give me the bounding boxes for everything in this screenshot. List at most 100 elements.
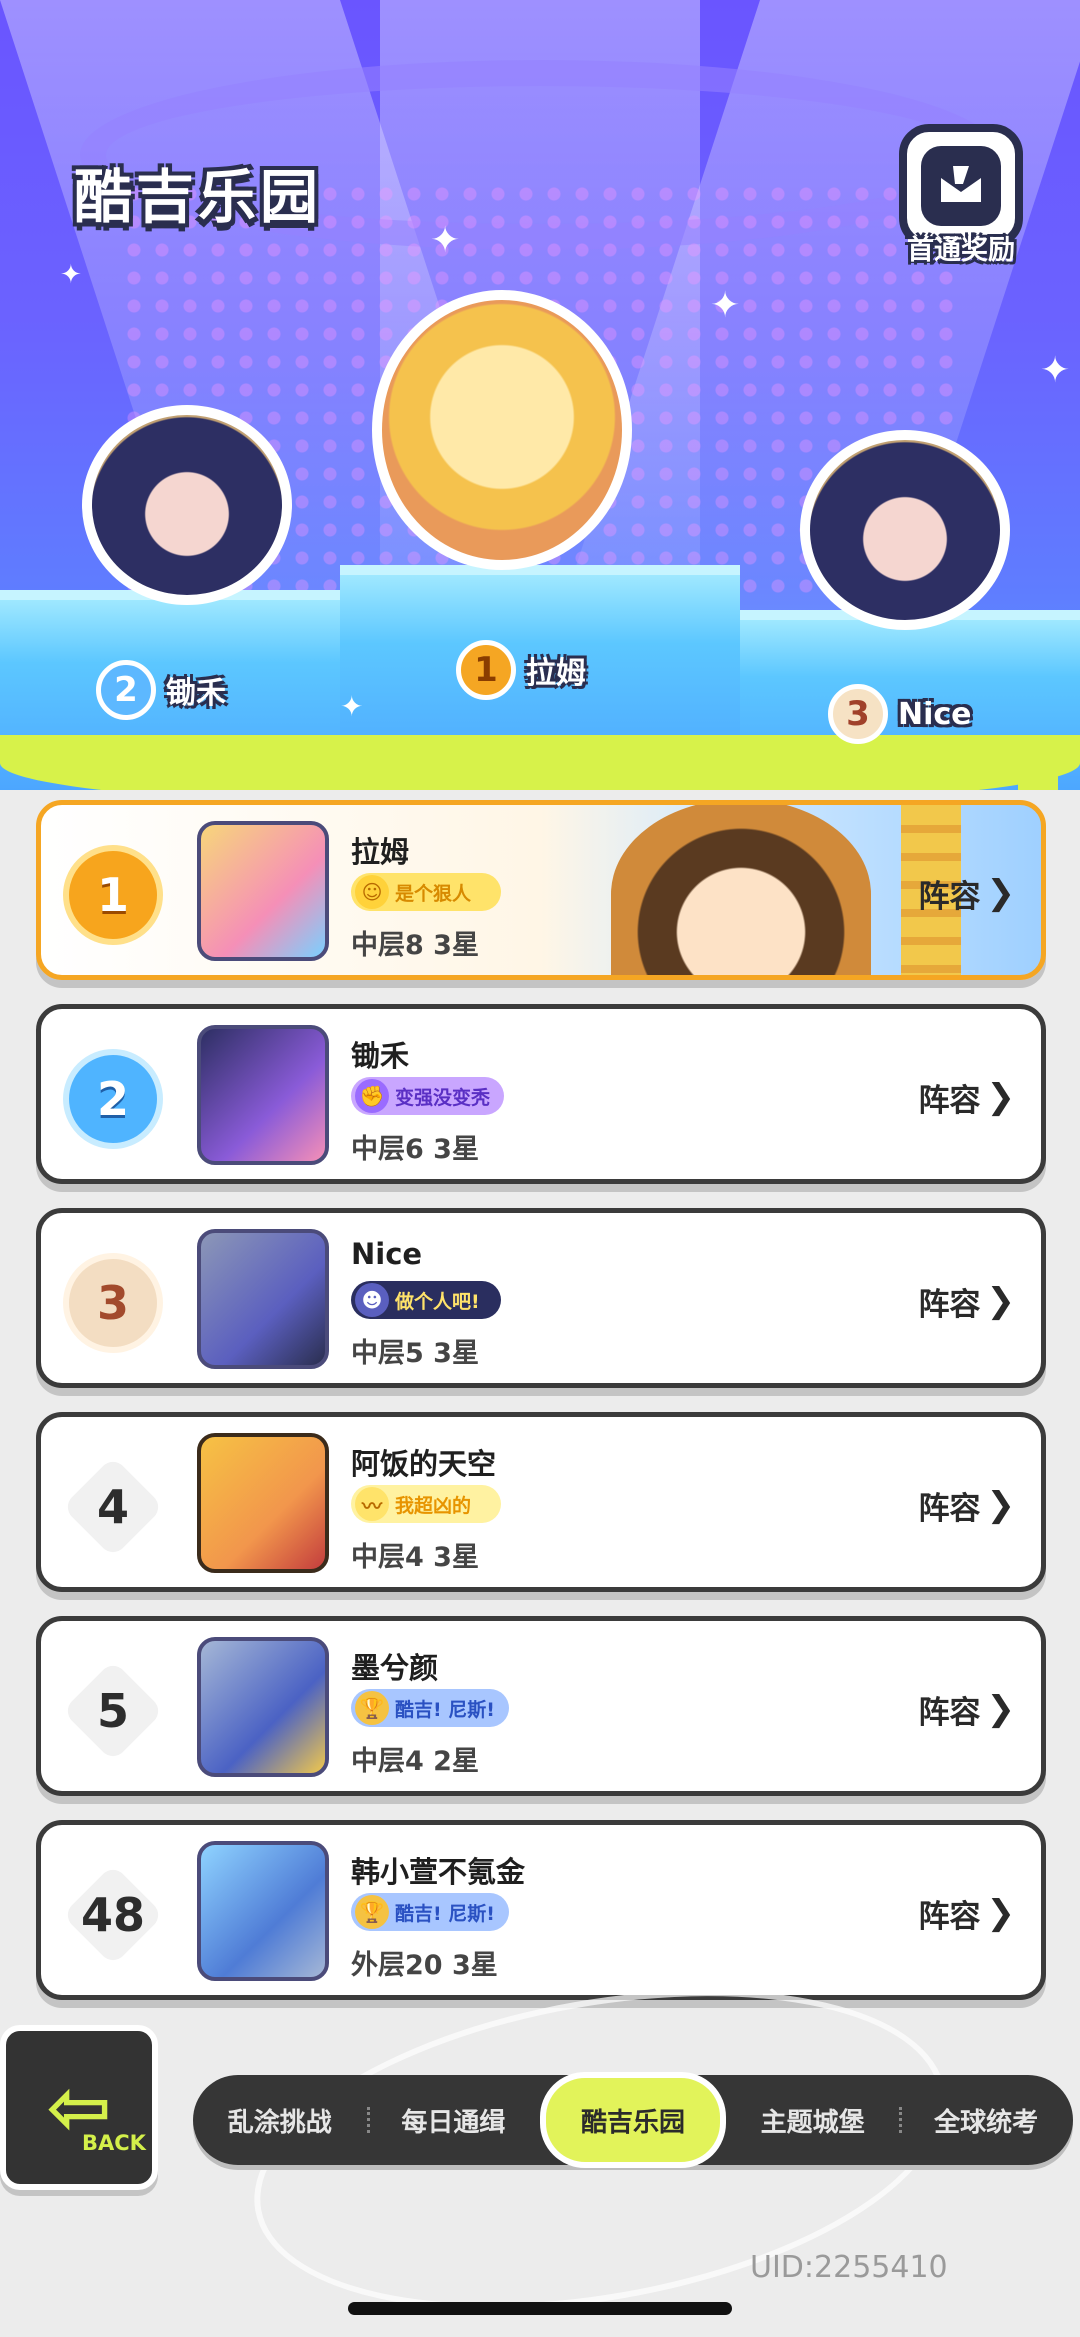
lineup-label: 阵容 <box>918 1694 981 1731</box>
player-name: 韩小萱不氪金 <box>351 1855 526 1889</box>
avatar[interactable] <box>197 1433 329 1573</box>
reward-icon <box>921 146 1001 226</box>
tag-text: 酷吉! 尼斯! <box>395 1902 495 1925</box>
chevron-right-icon: ❯ <box>986 1689 1016 1729</box>
lineup-label: 阵容 <box>918 1898 981 1935</box>
rank-badge: 3 <box>63 1253 163 1353</box>
tab-daily-wanted[interactable]: 每日通缉 <box>366 2075 541 2165</box>
lineup-button[interactable]: 阵容 ❯ <box>919 1273 1016 1329</box>
rank-number: 48 <box>80 1888 145 1942</box>
rank-badge: 48 <box>63 1865 163 1965</box>
tag-text: 我超凶的 <box>395 1494 472 1517</box>
rank-badge: 4 <box>63 1457 163 1557</box>
lineup-label: 阵容 <box>918 1490 981 1527</box>
podium-name: Nice <box>898 696 972 732</box>
chevron-right-icon: ❯ <box>986 873 1016 913</box>
fist-icon: ✊ <box>355 1079 389 1113</box>
tab-doodle-challenge[interactable]: 乱涂挑战 <box>193 2075 367 2165</box>
lineup-label: 阵容 <box>918 1082 981 1119</box>
chevron-right-icon: ❯ <box>986 1281 1016 1321</box>
player-name: Nice <box>351 1237 423 1271</box>
player-title-tag: ☻ 做个人吧! <box>351 1281 501 1319</box>
lineup-button[interactable]: 阵容 ❯ <box>919 1477 1016 1533</box>
tab-theme-castle[interactable]: 主题城堡 <box>726 2075 900 2165</box>
avatar[interactable] <box>197 1025 329 1165</box>
rank-two-star-icon: 2 <box>96 660 156 720</box>
lineup-button[interactable]: 阵容 ❯ <box>919 1069 1016 1125</box>
rank-badge: 5 <box>63 1661 163 1761</box>
sparkle-icon: ✦ <box>60 260 82 290</box>
ghost-icon: ☻ <box>355 1283 389 1317</box>
sparkle-icon: ✦ <box>340 690 364 723</box>
ranking-row[interactable]: 5 墨兮颜 🏆 酷吉! 尼斯! 中层4 2星 阵容 ❯ <box>36 1616 1046 1796</box>
home-indicator[interactable] <box>348 2302 732 2315</box>
lineup-button[interactable]: 阵容 ❯ <box>919 1681 1016 1737</box>
sparkle-icon: ✦ <box>1040 350 1071 391</box>
lineup-label: 阵容 <box>918 1286 981 1323</box>
rank-number: 5 <box>96 1684 129 1738</box>
player-title-tag: ☺ 是个狠人 <box>351 873 501 911</box>
first-clear-reward-button[interactable]: 首通奖励 <box>896 124 1026 266</box>
rank-badge: 2 <box>63 1049 163 1149</box>
podium-name: 锄禾 <box>166 676 226 711</box>
stage-progress: 中层5 3星 <box>351 1338 479 1369</box>
cat-face-icon: ☺ <box>355 875 389 909</box>
player-name: 阿饭的天空 <box>351 1447 497 1481</box>
ranking-row[interactable]: 4 阿饭的天空 〰 我超凶的 中层4 3星 阵容 ❯ <box>36 1412 1046 1592</box>
sparkle-icon: ✦ <box>710 285 741 326</box>
player-name: 拉姆 <box>351 835 410 869</box>
podium-banner: ✦ ✦ ✦ ✦ ✦ ✦ 酷吉乐园 首通奖励 2 锄禾 1 拉姆 3 Nice <box>0 0 1080 790</box>
podium-tag-first: 1 拉姆 <box>456 640 586 700</box>
tab-global-exam[interactable]: 全球统考 <box>899 2075 1073 2165</box>
rank-one-star-icon: 1 <box>456 640 516 700</box>
player-name: 墨兮颜 <box>351 1651 439 1685</box>
player-title-tag: 〰 我超凶的 <box>351 1485 501 1523</box>
squiggle-icon: 〰 <box>355 1487 389 1521</box>
avatar[interactable] <box>197 821 329 961</box>
avatar[interactable] <box>197 1637 329 1777</box>
rank-number: 4 <box>96 1480 129 1534</box>
lineup-label: 阵容 <box>918 878 981 915</box>
user-id: UID:2255410 <box>750 2250 948 2285</box>
ranking-row[interactable]: 1 拉姆 ☺ 是个狠人 中层8 3星 阵容 ❯ <box>36 800 1046 980</box>
sparkle-icon: ✦ <box>430 220 461 261</box>
tag-text: 做个人吧! <box>395 1290 480 1313</box>
avatar[interactable] <box>197 1229 329 1369</box>
lineup-button[interactable]: 阵容 ❯ <box>919 1885 1016 1941</box>
stage-progress: 中层4 3星 <box>351 1542 479 1573</box>
back-label: BACK <box>82 2131 146 2155</box>
ranking-row[interactable]: 2 锄禾 ✊ 变强没变秃 中层6 3星 阵容 ❯ <box>36 1004 1046 1184</box>
tag-text: 酷吉! 尼斯! <box>395 1698 495 1721</box>
player-title-tag: 🏆 酷吉! 尼斯! <box>351 1689 509 1727</box>
character-second[interactable] <box>82 405 292 605</box>
stage-progress: 外层20 3星 <box>351 1950 498 1981</box>
player-title-tag: ✊ 变强没变秃 <box>351 1077 505 1115</box>
ranking-row-self[interactable]: 48 韩小萱不氪金 🏆 酷吉! 尼斯! 外层20 3星 阵容 ❯ <box>36 1820 1046 2000</box>
chevron-right-icon: ❯ <box>986 1485 1016 1525</box>
avatar[interactable] <box>197 1841 329 1981</box>
bottom-tab-bar: 乱涂挑战 每日通缉 酷吉乐园 主题城堡 全球统考 <box>193 2072 1073 2168</box>
rank-three-star-icon: 3 <box>828 684 888 744</box>
reward-label: 首通奖励 <box>907 235 1015 266</box>
lineup-button[interactable]: 阵容 ❯ <box>919 865 1016 921</box>
character-first[interactable] <box>372 290 632 570</box>
stage-progress: 中层6 3星 <box>351 1134 479 1165</box>
chevron-right-icon: ❯ <box>986 1893 1016 1933</box>
podium-tag-third: 3 Nice <box>828 684 972 744</box>
trophy-icon: 🏆 <box>355 1895 389 1929</box>
podium-tag-second: 2 锄禾 <box>96 660 226 720</box>
featured-character-art <box>611 805 871 975</box>
back-button[interactable]: ⇦ BACK <box>0 2025 158 2190</box>
character-third[interactable] <box>800 430 1010 630</box>
player-name: 锄禾 <box>351 1039 410 1073</box>
page-title: 酷吉乐园 <box>74 163 323 231</box>
chevron-right-icon: ❯ <box>986 1077 1016 1117</box>
stage-progress: 中层4 2星 <box>351 1746 479 1777</box>
stage-progress: 中层8 3星 <box>351 930 479 961</box>
ranking-row[interactable]: 3 Nice ☻ 做个人吧! 中层5 3星 阵容 ❯ <box>36 1208 1046 1388</box>
tag-text: 变强没变秃 <box>395 1086 491 1109</box>
podium-name: 拉姆 <box>526 656 586 691</box>
tag-text: 是个狠人 <box>395 882 472 905</box>
tab-kuji-park[interactable]: 酷吉乐园 <box>540 2072 726 2168</box>
slime-drip <box>1018 770 1058 790</box>
